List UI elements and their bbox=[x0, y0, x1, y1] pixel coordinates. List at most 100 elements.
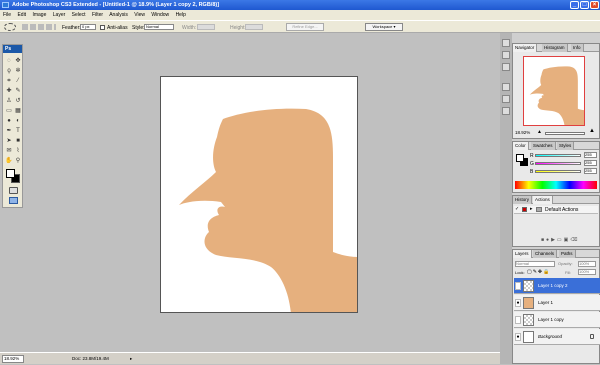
blur-tool-icon[interactable]: ● bbox=[5, 117, 13, 125]
antialias-checkbox[interactable] bbox=[100, 25, 105, 30]
blend-mode-select[interactable]: Normal bbox=[515, 261, 555, 267]
dodge-tool-icon[interactable]: ◐ bbox=[14, 117, 22, 125]
gradient-tool-icon[interactable]: ▦ bbox=[14, 107, 22, 115]
path-selection-icon[interactable]: ➤ bbox=[5, 137, 13, 145]
menu-file[interactable]: File bbox=[3, 12, 11, 18]
status-arrow-icon[interactable]: ▸ bbox=[130, 353, 132, 365]
zoom-field[interactable]: 18.92% bbox=[2, 355, 24, 363]
visibility-toggle[interactable] bbox=[515, 282, 521, 290]
delete-icon[interactable]: ⌫ bbox=[570, 237, 579, 243]
menu-edit[interactable]: Edit bbox=[17, 12, 26, 18]
screen-mode-icon[interactable] bbox=[9, 197, 18, 204]
minimize-button[interactable]: _ bbox=[570, 1, 579, 9]
type-tool-icon[interactable]: T bbox=[14, 127, 22, 135]
tab-actions[interactable]: Actions bbox=[533, 196, 553, 204]
channel-b-value[interactable]: 255 bbox=[584, 168, 597, 174]
channel-b-slider[interactable] bbox=[535, 170, 581, 173]
menu-view[interactable]: View bbox=[134, 12, 145, 18]
tab-color[interactable]: Color bbox=[513, 142, 529, 150]
width-input[interactable] bbox=[197, 24, 215, 30]
eyedropper-tool-icon[interactable]: ⌇ bbox=[14, 147, 22, 155]
tab-histogram[interactable]: Histogram bbox=[542, 44, 568, 52]
marquee-tool-icon[interactable]: ◌ bbox=[5, 57, 13, 65]
workspace-button[interactable]: Workspace ▾ bbox=[365, 23, 403, 31]
fill-input[interactable]: 100% bbox=[578, 269, 596, 275]
eraser-tool-icon[interactable]: ▭ bbox=[5, 107, 13, 115]
document-canvas[interactable] bbox=[160, 76, 358, 313]
crop-tool-icon[interactable]: ⌗ bbox=[5, 77, 13, 85]
lasso-tool-icon[interactable]: ϙ bbox=[5, 67, 13, 75]
dock-icon-5[interactable] bbox=[502, 95, 510, 103]
clone-stamp-icon[interactable]: ♙ bbox=[5, 97, 13, 105]
quick-mask-icon[interactable] bbox=[9, 187, 18, 194]
channel-g-value[interactable]: 255 bbox=[584, 160, 597, 166]
color-spectrum-ramp[interactable] bbox=[515, 181, 597, 189]
tab-swatches[interactable]: Swatches bbox=[531, 142, 556, 150]
dock-icon-2[interactable] bbox=[502, 51, 510, 59]
shape-tool-icon[interactable]: ■ bbox=[14, 137, 22, 145]
layer-row-layer-1-copy[interactable]: Layer 1 copy bbox=[514, 312, 600, 328]
pen-tool-icon[interactable]: ✒ bbox=[5, 127, 13, 135]
dock-icon-6[interactable] bbox=[502, 107, 510, 115]
layer-thumbnail bbox=[523, 314, 534, 326]
hand-tool-icon[interactable]: ✋ bbox=[5, 157, 13, 165]
brush-tool-icon[interactable]: ✎ bbox=[14, 87, 22, 95]
dock-icon-4[interactable] bbox=[502, 83, 510, 91]
tab-styles[interactable]: Styles bbox=[557, 142, 575, 150]
height-input[interactable] bbox=[245, 24, 263, 30]
navigator-preview[interactable] bbox=[523, 56, 585, 126]
tab-layers[interactable]: Layers bbox=[513, 250, 532, 258]
tab-info[interactable]: Info bbox=[571, 44, 584, 52]
menu-filter[interactable]: Filter bbox=[92, 12, 103, 18]
menu-image[interactable]: Image bbox=[32, 12, 46, 18]
layer-row-layer-1-copy-2[interactable]: Layer 1 copy 2 bbox=[514, 278, 600, 294]
magic-wand-tool-icon[interactable]: ✲ bbox=[14, 67, 22, 75]
fg-color-swatch[interactable] bbox=[516, 154, 524, 162]
menu-window[interactable]: Window bbox=[151, 12, 169, 18]
tab-channels[interactable]: Channels bbox=[533, 250, 558, 258]
menu-select[interactable]: Select bbox=[72, 12, 86, 18]
selection-mode-icons[interactable] bbox=[22, 24, 56, 30]
channel-r-value[interactable]: 255 bbox=[584, 152, 597, 158]
tab-history[interactable]: History bbox=[513, 196, 533, 204]
maximize-button[interactable]: □ bbox=[580, 1, 589, 9]
tab-navigator[interactable]: Navigator bbox=[513, 44, 538, 52]
layer-row-background[interactable]: ● Background bbox=[514, 329, 600, 345]
zoom-in-icon[interactable]: ▲ bbox=[589, 128, 595, 134]
channel-g-slider[interactable] bbox=[535, 162, 581, 165]
slice-tool-icon[interactable]: ⁄ bbox=[14, 77, 22, 85]
zoom-slider[interactable] bbox=[545, 132, 585, 135]
dock-icon-1[interactable] bbox=[502, 39, 510, 47]
channel-r-slider[interactable] bbox=[535, 154, 581, 157]
visibility-toggle[interactable] bbox=[515, 316, 521, 324]
eye-icon[interactable]: ● bbox=[515, 333, 521, 341]
menu-layer[interactable]: Layer bbox=[53, 12, 66, 18]
history-brush-icon[interactable]: ↺ bbox=[14, 97, 22, 105]
eye-icon[interactable]: ● bbox=[515, 299, 521, 307]
opacity-input[interactable]: 100% bbox=[578, 261, 596, 267]
style-select[interactable]: Normal bbox=[144, 24, 174, 30]
actions-row[interactable]: ✓ ▸ Default Actions bbox=[514, 206, 598, 214]
new-set-icon[interactable]: ▭ bbox=[557, 237, 564, 243]
move-tool-icon[interactable]: ✥ bbox=[14, 57, 22, 65]
refine-edge-button[interactable]: Refine Edge... bbox=[286, 23, 324, 31]
checkmark-icon[interactable]: ✓ bbox=[515, 206, 519, 212]
tab-paths[interactable]: Paths bbox=[559, 250, 576, 258]
close-button[interactable]: × bbox=[590, 1, 599, 9]
feather-input[interactable]: 0 px bbox=[80, 24, 96, 30]
lock-icons[interactable]: ▢✎✥🔒 bbox=[527, 269, 550, 275]
zoom-tool-icon[interactable]: ⚲ bbox=[14, 157, 22, 165]
notes-tool-icon[interactable]: ✉ bbox=[5, 147, 13, 155]
healing-brush-icon[interactable]: ✚ bbox=[5, 87, 13, 95]
layer-row-layer-1[interactable]: ● Layer 1 bbox=[514, 295, 600, 311]
marquee-tool-preset-icon[interactable] bbox=[4, 23, 16, 31]
foreground-color-swatch[interactable] bbox=[6, 169, 15, 178]
expand-triangle-icon[interactable]: ▸ bbox=[530, 206, 533, 212]
menu-analysis[interactable]: Analysis bbox=[109, 12, 128, 18]
menu-help[interactable]: Help bbox=[176, 12, 186, 18]
status-bar: 18.92% Doc: 23.8M/19.4M ▸ bbox=[0, 352, 510, 364]
dock-icon-3[interactable] bbox=[502, 63, 510, 71]
zoom-out-icon[interactable]: ▲ bbox=[537, 129, 542, 135]
dialog-toggle-icon[interactable] bbox=[522, 207, 527, 212]
navigator-zoom[interactable]: 18.92% bbox=[515, 130, 530, 135]
